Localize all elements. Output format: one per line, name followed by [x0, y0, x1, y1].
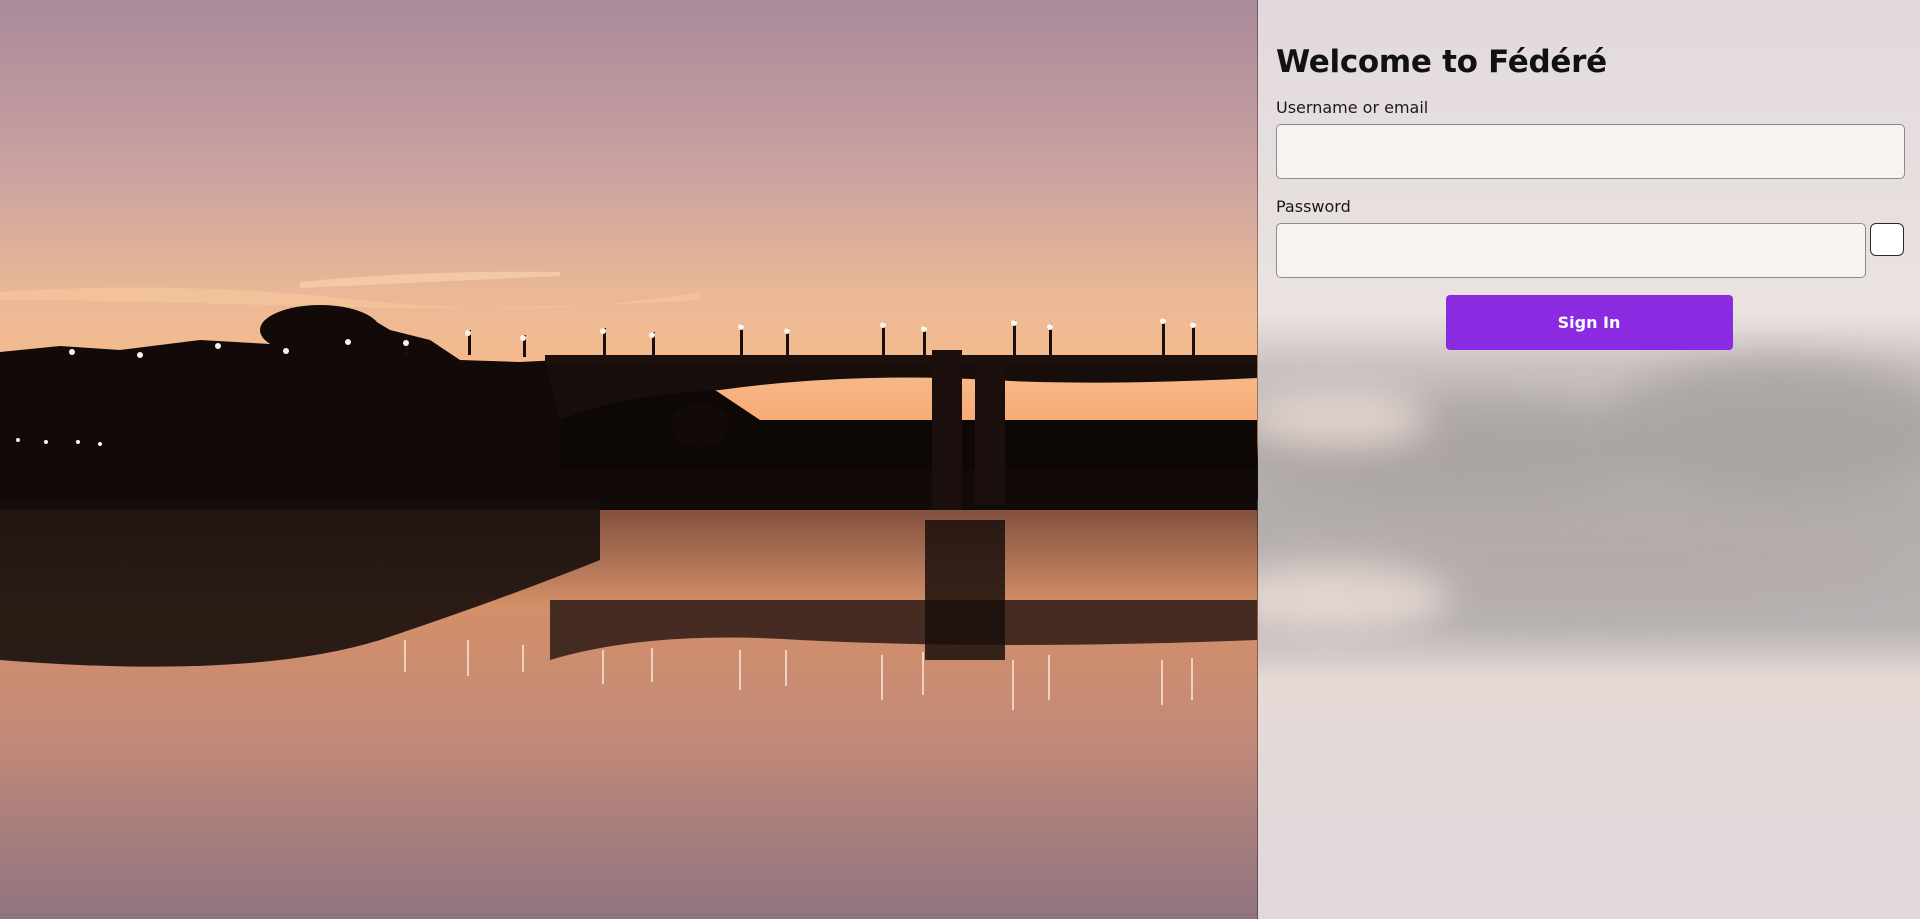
password-label: Password [1276, 197, 1351, 216]
login-page: Welcome to Fédéré Username or email Pass… [0, 0, 1920, 919]
password-row [1276, 223, 1904, 278]
reveal-password-button[interactable] [1870, 223, 1904, 256]
page-title: Welcome to Fédéré [1276, 44, 1607, 80]
login-form: Welcome to Fédéré Username or email Pass… [1258, 0, 1920, 350]
sign-in-button[interactable]: Sign In [1445, 295, 1733, 350]
username-input[interactable] [1276, 124, 1905, 179]
login-panel: Welcome to Fédéré Username or email Pass… [1257, 0, 1920, 919]
password-input[interactable] [1276, 223, 1866, 278]
username-label: Username or email [1276, 98, 1429, 117]
submit-row: Sign In [1276, 295, 1904, 350]
